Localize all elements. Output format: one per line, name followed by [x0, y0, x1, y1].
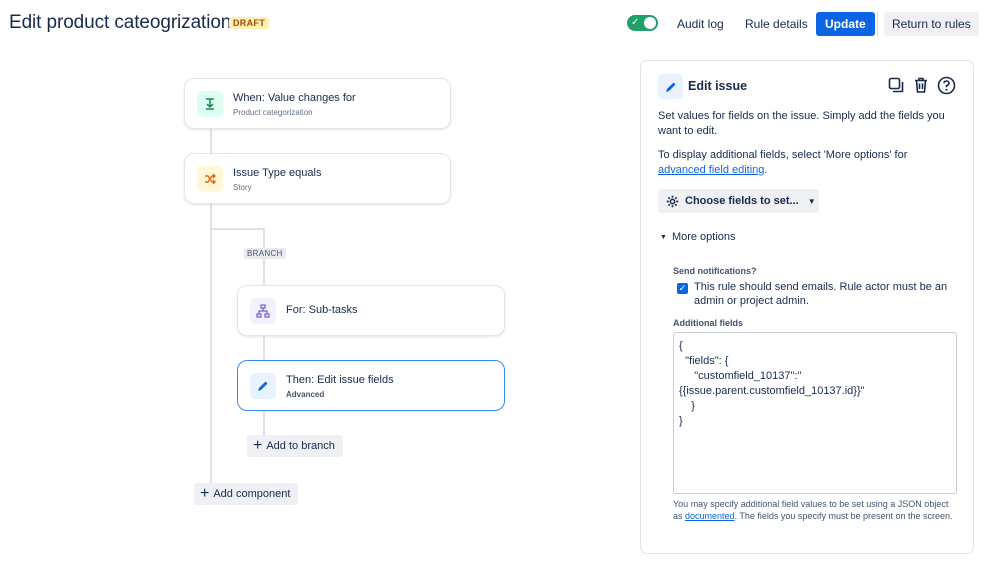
more-options-label: More options	[671, 231, 736, 243]
add-to-branch-label: Add to branch	[266, 440, 335, 452]
chevron-down-icon: ▼	[660, 234, 667, 241]
helper-text-after: . The fields you specify must be present…	[734, 511, 953, 521]
rule-details-button[interactable]: Rule details	[737, 12, 816, 36]
more-options-toggle[interactable]: ▼ More options	[660, 231, 736, 243]
more-fields-text: To display additional fields, select 'Mo…	[658, 149, 908, 161]
trash-icon[interactable]	[912, 76, 930, 100]
add-component-label: Add component	[213, 488, 291, 500]
gear-icon	[666, 195, 679, 207]
update-button[interactable]: Update	[816, 12, 875, 36]
condition-subtitle: Story	[233, 183, 252, 192]
more-fields-end: .	[764, 164, 768, 176]
condition-title: Issue Type equals	[233, 167, 322, 179]
value-change-icon	[197, 91, 223, 117]
check-icon: ✓	[631, 17, 640, 28]
trigger-card[interactable]: When: Value changes for Product categori…	[184, 78, 451, 129]
branch-card[interactable]: For: Sub-tasks	[237, 285, 505, 336]
add-component-button[interactable]: + Add component	[194, 483, 299, 505]
edit-issue-panel: Edit issue Set values for fields on the …	[640, 60, 974, 554]
branch-connector	[210, 228, 264, 230]
choose-fields-label: Choose fields to set...	[685, 195, 799, 207]
branch-tag: BRANCH	[244, 248, 286, 259]
branch-connector	[263, 335, 265, 361]
send-notifications-text: This rule should send emails. Rule actor…	[694, 281, 948, 307]
add-to-branch-button[interactable]: + Add to branch	[247, 435, 343, 457]
plus-icon: +	[253, 437, 263, 454]
action-subtitle: Advanced	[286, 390, 325, 399]
shuffle-icon	[197, 166, 223, 192]
return-to-rules-button[interactable]: Return to rules	[884, 12, 979, 36]
send-notifications-label: Send notifications?	[673, 266, 757, 276]
additional-fields-input[interactable]: { "fields": { "customfield_10137":" {{is…	[673, 332, 957, 494]
toggle-knob	[644, 17, 656, 29]
help-icon[interactable]	[937, 76, 956, 100]
flow-connector	[210, 204, 212, 486]
action-title: Then: Edit issue fields	[286, 374, 394, 386]
trigger-subtitle: Product categorization	[233, 108, 313, 117]
panel-actions	[887, 76, 956, 100]
documented-link[interactable]: documented	[685, 511, 735, 521]
copy-icon[interactable]	[887, 76, 905, 100]
pencil-icon	[658, 74, 683, 99]
more-fields-hint: To display additional fields, select 'Mo…	[658, 148, 958, 178]
choose-fields-dropdown[interactable]: Choose fields to set... ▼	[658, 189, 819, 213]
rule-enabled-toggle[interactable]: ✓	[627, 15, 658, 31]
header-divider	[877, 12, 878, 36]
condition-card[interactable]: Issue Type equals Story	[184, 153, 451, 204]
trigger-title: When: Value changes for	[233, 92, 356, 104]
audit-log-button[interactable]: Audit log	[669, 12, 732, 36]
chevron-down-icon: ▼	[807, 196, 816, 206]
flow-connector	[210, 128, 212, 154]
panel-title: Edit issue	[688, 79, 748, 93]
panel-description: Set values for fields on the issue. Simp…	[658, 110, 945, 137]
pencil-icon	[250, 373, 276, 399]
plus-icon: +	[200, 485, 210, 502]
branch-title: For: Sub-tasks	[286, 304, 358, 316]
hierarchy-icon	[250, 298, 276, 324]
branch-connector	[263, 410, 265, 436]
action-card[interactable]: Then: Edit issue fields Advanced	[237, 360, 505, 411]
additional-fields-helper: You may specify additional field values …	[673, 498, 959, 522]
draft-badge: DRAFT	[229, 17, 269, 29]
page-title: Edit product cateogrization	[9, 12, 232, 33]
additional-fields-label: Additional fields	[673, 318, 744, 328]
advanced-field-editing-link[interactable]: advanced field editing	[658, 164, 764, 176]
send-notifications-checkbox[interactable]: ✓	[677, 283, 688, 294]
